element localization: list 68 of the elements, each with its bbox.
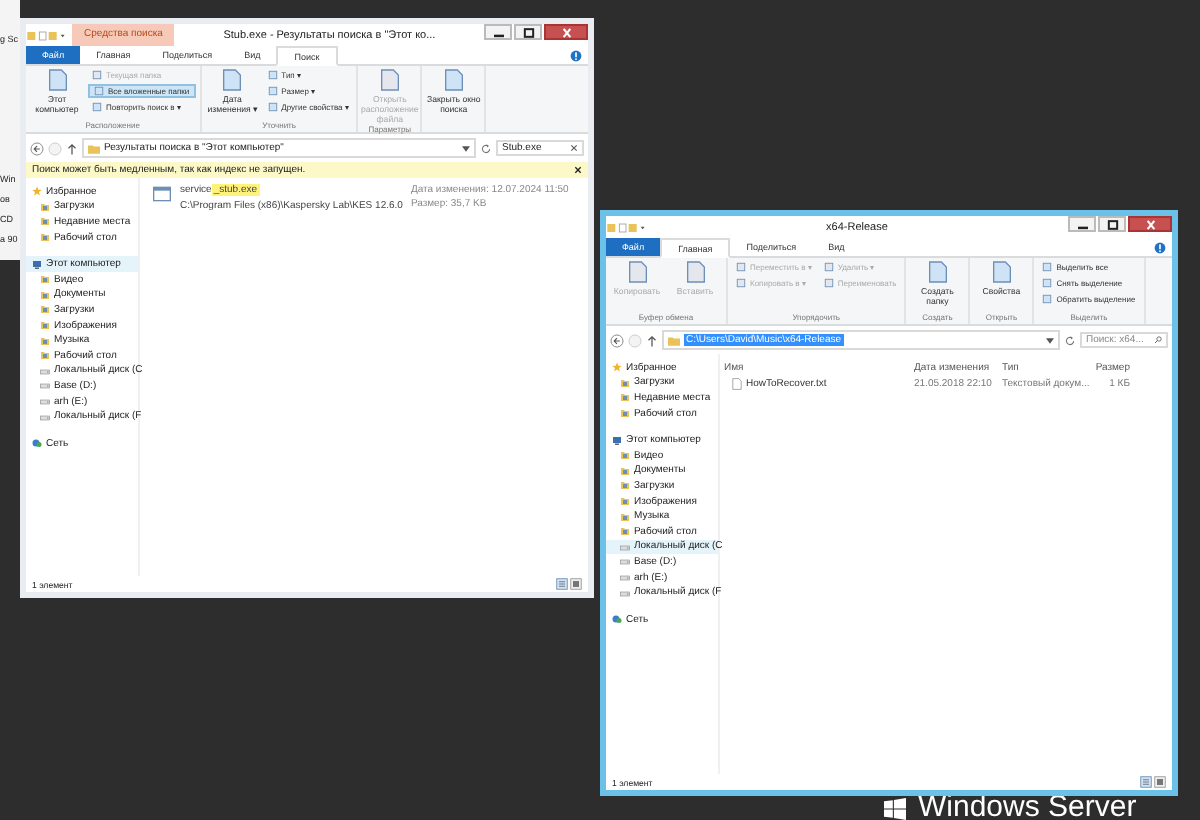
- up-arrow-icon[interactable]: [646, 333, 658, 347]
- up-arrow-icon[interactable]: [66, 141, 78, 155]
- back-button[interactable]: [30, 141, 44, 155]
- drive-icon: [40, 396, 50, 407]
- network-icon: [32, 438, 42, 449]
- refresh-icon[interactable]: [480, 141, 492, 155]
- drive-icon: [620, 556, 630, 567]
- document-icon: [379, 68, 400, 92]
- folder-icon: [620, 377, 630, 388]
- document-icon: [222, 68, 243, 92]
- folder-icon: [40, 289, 50, 300]
- maximize-icon: [521, 27, 535, 37]
- star-icon: [32, 186, 42, 197]
- document-icon: [991, 260, 1012, 284]
- star-icon: [612, 362, 622, 373]
- minimize-button[interactable]: [484, 24, 512, 40]
- tiles-view-icon[interactable]: [570, 578, 582, 590]
- minimize-button[interactable]: [1068, 216, 1096, 232]
- folder-icon: [620, 408, 630, 419]
- back-button[interactable]: [610, 333, 624, 347]
- drive-icon: [40, 380, 50, 391]
- folder-icon: [620, 392, 630, 403]
- text-file-icon: [732, 378, 742, 390]
- refresh-icon[interactable]: [1064, 333, 1076, 347]
- folder-icon: [620, 450, 630, 461]
- document-icon: [443, 68, 464, 92]
- folder-icon: [40, 216, 50, 227]
- maximize-button[interactable]: [1098, 216, 1126, 232]
- os-brand-text: Windows Server: [918, 796, 1137, 820]
- folder-icon: [620, 496, 630, 507]
- folder-icon: [40, 232, 50, 243]
- folder-icon: [620, 511, 630, 522]
- folder-icon: [88, 143, 100, 153]
- document-icon: [927, 260, 948, 284]
- application-icon: [152, 184, 172, 204]
- folder-icon: [40, 350, 50, 361]
- back-arrow-icon: [610, 333, 624, 347]
- computer-icon: [32, 259, 42, 270]
- document-icon: [47, 68, 67, 92]
- folder-icon: [40, 304, 50, 315]
- folder-icon: [40, 320, 50, 331]
- drive-icon: [620, 572, 630, 583]
- dropdown-caret-icon[interactable]: [1046, 337, 1054, 343]
- folder-icon: [40, 335, 50, 346]
- computer-icon: [612, 435, 622, 446]
- folder-icon: [668, 335, 680, 345]
- tiles-view-icon[interactable]: [1154, 776, 1166, 788]
- folder-icon: [40, 274, 50, 285]
- close-icon[interactable]: [574, 166, 582, 174]
- drive-icon: [40, 365, 50, 376]
- network-icon: [612, 614, 622, 625]
- maximize-button[interactable]: [514, 24, 542, 40]
- document-icon: [685, 260, 705, 284]
- dropdown-caret-icon[interactable]: [462, 145, 470, 151]
- drive-icon: [620, 587, 630, 598]
- clear-icon[interactable]: [570, 144, 578, 152]
- folder-icon: [40, 201, 50, 212]
- drive-icon: [40, 411, 50, 422]
- close-button[interactable]: [1128, 216, 1172, 232]
- folder-icon: [620, 465, 630, 476]
- document-icon: [627, 260, 647, 284]
- maximize-icon: [1105, 219, 1119, 229]
- close-button[interactable]: [544, 24, 588, 40]
- search-icon[interactable]: [1154, 336, 1162, 344]
- drive-icon: [620, 541, 630, 552]
- folder-icon: [620, 526, 630, 537]
- back-arrow-icon: [30, 141, 44, 155]
- folder-icon: [620, 480, 630, 491]
